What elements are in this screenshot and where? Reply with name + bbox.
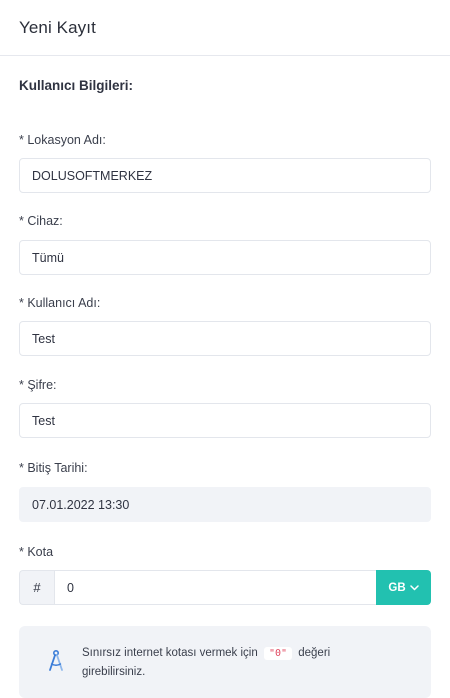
compass-icon: [49, 649, 63, 671]
info-message: Sınırsız internet kotası vermek için "0"…: [82, 644, 382, 681]
device-value: Tümü: [32, 250, 64, 265]
chevron-down-icon: [409, 584, 419, 590]
quota-unit-dropdown[interactable]: GB: [376, 570, 431, 605]
quota-value: 0: [67, 580, 74, 595]
info-alert: Sınırsız internet kotası vermek için "0"…: [19, 626, 431, 698]
password-value: Test: [32, 413, 55, 428]
end-date-input[interactable]: 07.01.2022 13:30: [19, 487, 431, 522]
quota-unit-label: GB: [388, 581, 406, 594]
info-text-before: Sınırsız internet kotası vermek için: [82, 646, 258, 659]
modal-title: Yeni Kayıt: [19, 17, 96, 37]
location-value: DOLUSOFTMERKEZ: [32, 168, 153, 183]
end-date-label: * Bitiş Tarihi:: [19, 461, 88, 475]
device-label: * Cihaz:: [19, 214, 63, 228]
location-input[interactable]: DOLUSOFTMERKEZ: [19, 158, 431, 193]
info-code: "0": [263, 646, 293, 660]
location-label: * Lokasyon Adı:: [19, 133, 106, 147]
form-content: Kullanıcı Bilgileri: * Lokasyon Adı: DOL…: [0, 78, 450, 698]
modal-header: Yeni Kayıt: [0, 0, 450, 56]
password-label: * Şifre:: [19, 378, 57, 392]
username-value: Test: [32, 331, 55, 346]
quota-label: * Kota: [19, 545, 54, 559]
username-label: * Kullanıcı Adı:: [19, 296, 101, 310]
end-date-value: 07.01.2022 13:30: [32, 497, 130, 512]
password-input[interactable]: Test: [19, 403, 431, 438]
username-input[interactable]: Test: [19, 321, 431, 356]
quota-input[interactable]: 0: [54, 570, 376, 605]
device-select[interactable]: Tümü: [19, 240, 431, 275]
quota-prefix: #: [19, 570, 54, 605]
section-title: Kullanıcı Bilgileri:: [19, 78, 134, 93]
quota-input-group: # 0 GB: [19, 570, 431, 605]
